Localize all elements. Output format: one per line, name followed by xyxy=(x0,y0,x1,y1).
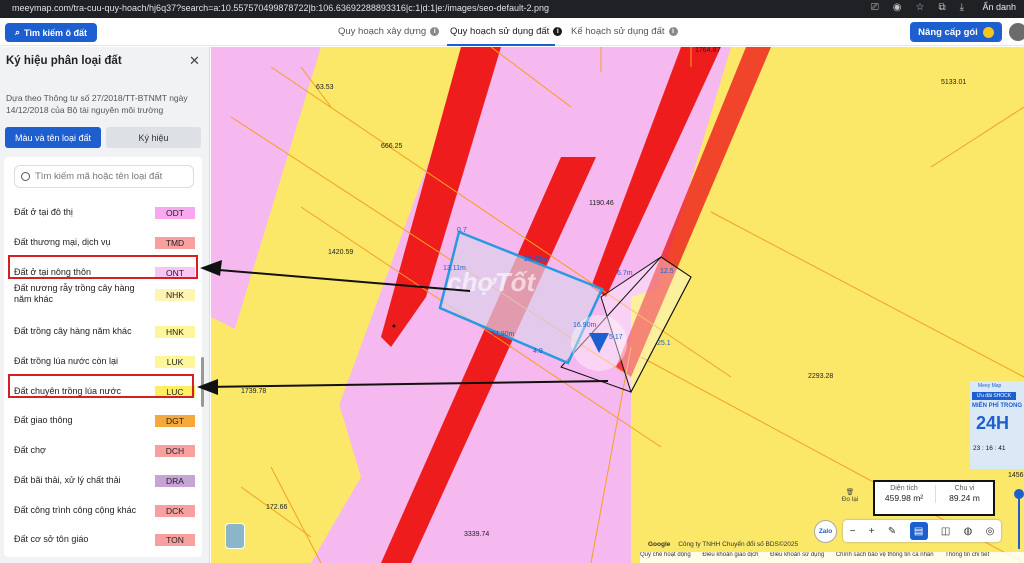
annotation-arrows xyxy=(197,260,609,395)
